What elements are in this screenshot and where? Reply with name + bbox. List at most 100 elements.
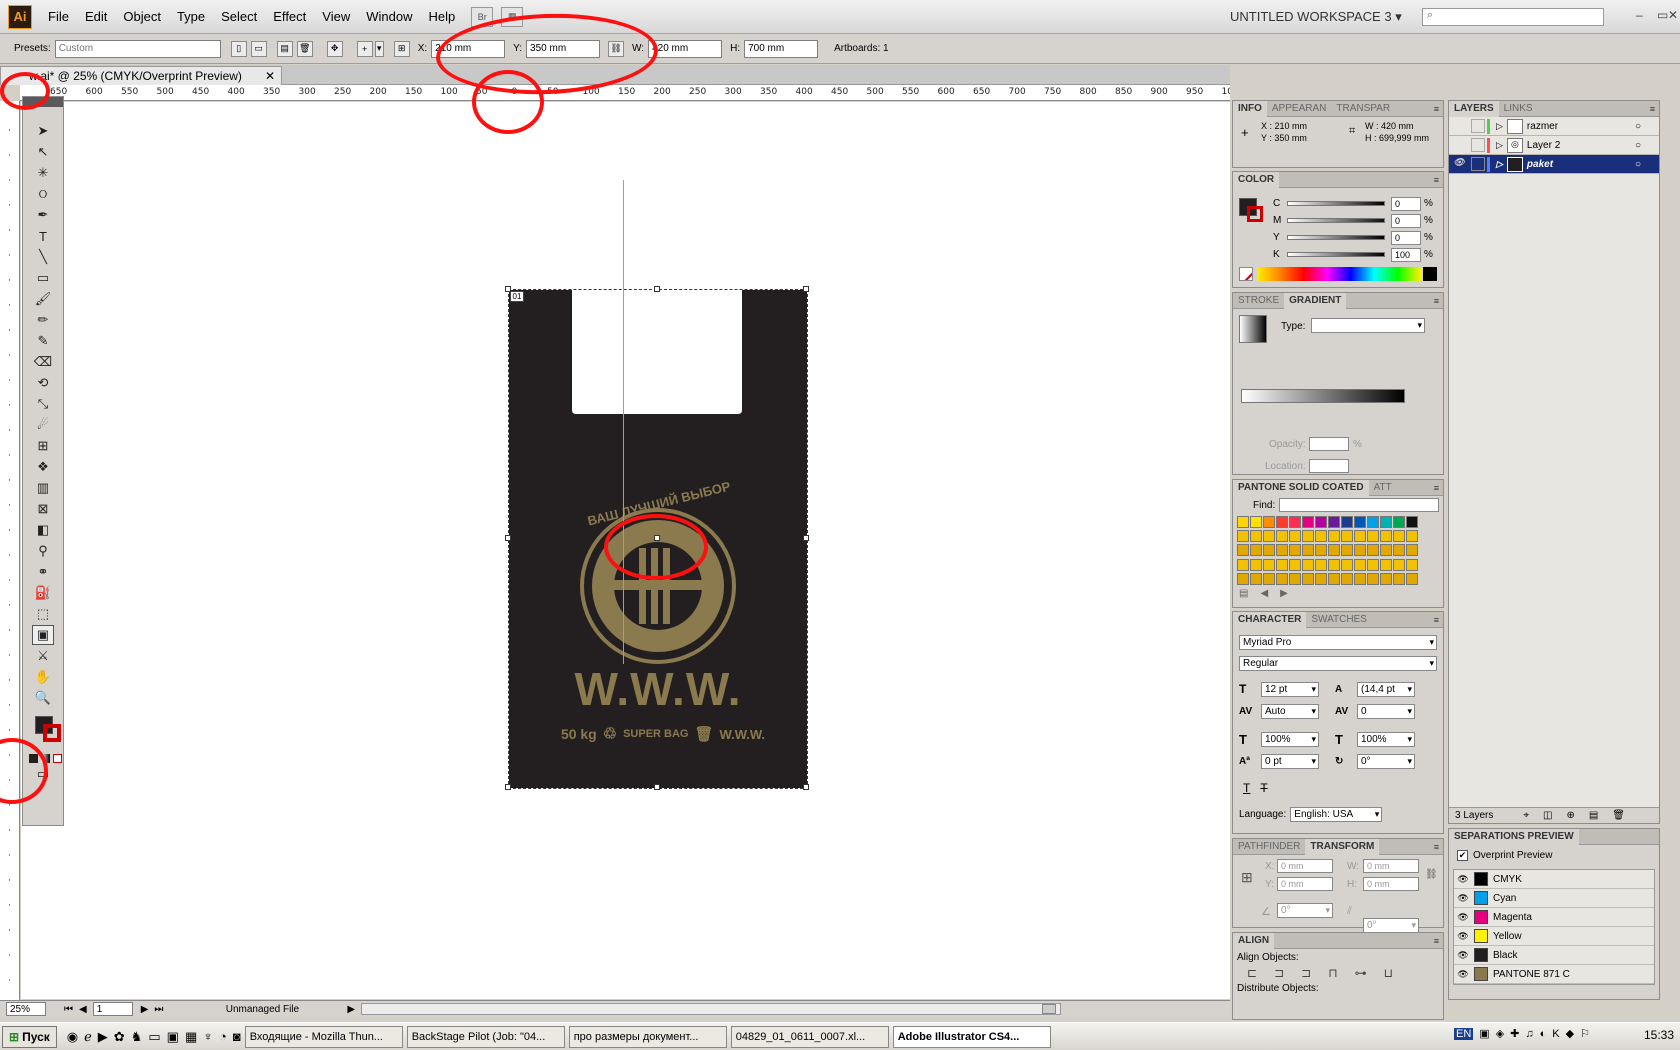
align-left-icon[interactable]: ⊏ [1247,966,1257,980]
app-icon-4[interactable]: ▦ [185,1029,197,1045]
pantone-swatch[interactable] [1341,530,1353,543]
pantone-swatch[interactable] [1263,544,1275,557]
menu-edit[interactable]: Edit [77,9,115,24]
selection-handle[interactable] [803,784,809,790]
pantone-swatch[interactable] [1237,572,1249,585]
target-icon[interactable]: ○ [1635,159,1641,170]
pantone-swatch[interactable] [1354,558,1366,571]
task-browser[interactable]: про размеры документ... [568,1025,727,1048]
pantone-swatch[interactable] [1250,558,1262,571]
none-swatch[interactable] [1239,267,1253,281]
task-thunderbird[interactable]: Входящие - Mozilla Thun... [244,1025,403,1048]
start-button[interactable]: ⊞ Пуск [2,1025,57,1048]
pantone-swatch[interactable] [1367,530,1379,543]
pantone-swatch[interactable] [1289,516,1301,528]
layer-row-paket[interactable]: 👁 ▷ paket ○ [1449,155,1659,174]
pantone-swatch[interactable] [1276,544,1288,557]
ink-row[interactable]: 👁 Yellow [1454,927,1654,946]
media-player-icon[interactable]: ▶ [98,1029,108,1045]
eye-icon[interactable]: 👁 [1454,874,1472,885]
ink-row[interactable]: 👁 Black [1454,946,1654,965]
pantone-swatch[interactable] [1237,530,1249,543]
eye-icon[interactable]: 👁 [1454,931,1472,942]
pantone-swatch[interactable] [1263,572,1275,585]
target-icon[interactable]: ○ [1635,140,1641,151]
magic-wand-tool-icon[interactable]: ✳ [32,163,54,183]
ink-row[interactable]: 👁 Magenta [1454,908,1654,927]
panel-menu-icon[interactable]: ≡ [1434,296,1439,306]
new-artboard-icon[interactable]: ▤ [276,40,293,57]
selection-handle[interactable] [803,286,809,292]
pantone-swatch[interactable] [1328,530,1340,543]
layer-name[interactable]: paket [1527,159,1553,170]
pantone-swatch[interactable] [1276,530,1288,543]
app-icon-2[interactable]: ♞ [131,1029,143,1045]
panel-menu-icon[interactable]: ≡ [1434,936,1439,946]
tab-character[interactable]: CHARACTER [1233,611,1307,628]
ink-row[interactable]: 👁 PANTONE 871 C [1454,965,1654,984]
tab-stroke[interactable]: STROKE [1233,293,1284,309]
w-field[interactable]: 420 mm [648,39,723,58]
vertical-ruler[interactable]: · · · · · · · · · · · · · · · · · · · · · · · · · · · · · · · · · · · · [0,101,20,1000]
pantone-swatch[interactable] [1237,516,1249,528]
selection-tool-icon[interactable]: ➤ [32,121,54,141]
transform-y-field[interactable]: 0 mm [1277,877,1333,891]
pantone-swatch[interactable] [1276,558,1288,571]
menu-help[interactable]: Help [420,9,463,24]
lasso-tool-icon[interactable]: ଠ [32,184,54,204]
menu-type[interactable]: Type [169,9,213,24]
align-vcenter-icon[interactable]: ⊶ [1355,966,1367,980]
pantone-swatch[interactable] [1354,544,1366,557]
tray-icon-4[interactable]: ♫ [1525,1028,1533,1040]
ink-row[interactable]: 👁 Cyan [1454,889,1654,908]
expand-arrow-icon[interactable]: ▷ [1496,121,1503,132]
pantone-swatch[interactable] [1367,544,1379,557]
pantone-swatch[interactable] [1315,544,1327,557]
pantone-swatch[interactable] [1341,558,1353,571]
pantone-swatch[interactable] [1250,516,1262,528]
panel-menu-icon[interactable]: ≡ [1650,104,1655,114]
tab-separations[interactable]: SEPARATIONS PREVIEW [1449,828,1579,845]
pantone-swatch[interactable] [1354,516,1366,528]
pantone-swatch[interactable] [1263,530,1275,543]
make-clipping-mask-icon[interactable]: ◫ [1543,810,1552,821]
menu-window[interactable]: Window [358,9,420,24]
h-field[interactable]: 700 mm [744,39,819,58]
direct-selection-tool-icon[interactable]: ↖ [32,142,54,162]
align-top-icon[interactable]: ⊓ [1328,966,1337,980]
find-field[interactable] [1279,498,1440,512]
constrain-proportions-icon[interactable]: ⛓ [1425,869,1438,880]
eye-icon[interactable]: 👁 [1454,893,1472,904]
rotate-angle-select[interactable]: 0° [1277,903,1333,918]
first-page-icon[interactable]: ⏮ [64,1004,73,1015]
pantone-swatch[interactable] [1302,544,1314,557]
task-excel[interactable]: 04829_01_0611_0007.xl... [730,1025,889,1048]
align-right-icon[interactable]: ⊐ [1301,966,1311,980]
pantone-swatch[interactable] [1315,572,1327,585]
menu-effect[interactable]: Effect [265,9,314,24]
pantone-swatch[interactable] [1380,544,1392,557]
underline-icon[interactable]: T [1243,781,1250,795]
type-tool-icon[interactable]: T [32,226,54,246]
slice-tool-icon[interactable]: ⚔ [32,646,54,666]
guide-line[interactable] [623,180,624,664]
pantone-swatch[interactable] [1341,516,1353,528]
language-select[interactable]: English: USA [1290,806,1383,822]
tab-gradient[interactable]: GRADIENT [1284,292,1347,309]
eye-icon[interactable]: 👁 [1452,157,1466,171]
tray-icon-6[interactable]: K [1552,1028,1559,1040]
rotate-tool-icon[interactable]: ⟲ [32,373,54,393]
font-family-select[interactable]: Myriad Pro [1239,635,1437,650]
task-backstage[interactable]: BackStage Pilot (Job: "04... [406,1025,565,1048]
gradient-slider[interactable] [1241,389,1405,403]
last-page-icon[interactable]: ⏭ [154,1004,163,1015]
pantone-swatch[interactable] [1263,516,1275,528]
pen-tool-icon[interactable]: ✒ [32,205,54,225]
pantone-swatch[interactable] [1315,516,1327,528]
character-rotation-select[interactable]: 0° [1357,753,1415,769]
landscape-icon[interactable]: ▭ [250,40,267,57]
tab-swatches[interactable]: SWATCHES [1306,612,1372,628]
pantone-swatch[interactable] [1250,530,1262,543]
channel-m-slider[interactable] [1287,218,1385,223]
zoom-tool-icon[interactable]: 🔍 [32,688,54,708]
